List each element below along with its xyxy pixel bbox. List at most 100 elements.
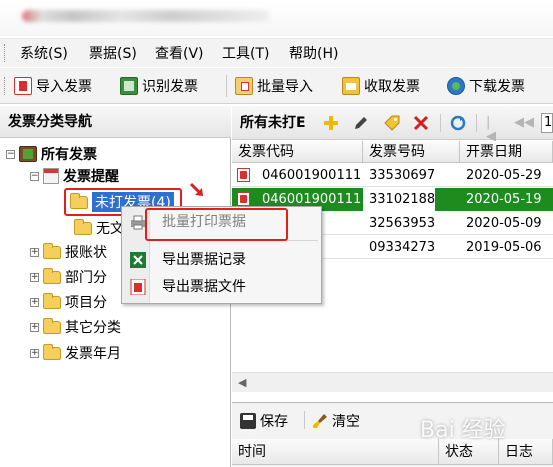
cell-number: 33102188 bbox=[363, 188, 436, 211]
menu-item-export-records[interactable]: 导出票据记录 bbox=[122, 248, 321, 272]
cell-number: 32563953 bbox=[369, 216, 436, 231]
separator bbox=[476, 114, 477, 132]
folder-icon bbox=[43, 343, 61, 360]
folder-icon bbox=[43, 242, 61, 259]
calendar-icon bbox=[43, 168, 59, 184]
tree-label: 无文 bbox=[96, 221, 124, 237]
pdf-file-icon bbox=[130, 278, 146, 296]
expand-icon[interactable]: + bbox=[30, 348, 39, 358]
list-title: 所有未打E bbox=[240, 115, 306, 131]
prev-page-icon[interactable]: ◀◀ bbox=[514, 116, 534, 130]
excel-icon bbox=[130, 252, 146, 268]
tag-icon[interactable] bbox=[383, 114, 401, 132]
broom-icon bbox=[312, 413, 328, 429]
column-header-number[interactable]: 发票号码 bbox=[363, 141, 460, 163]
column-header-time[interactable]: 时间 bbox=[232, 439, 439, 465]
menu-view[interactable]: 查看(V) bbox=[155, 45, 204, 63]
receive-mail-icon bbox=[342, 77, 360, 95]
first-page-icon[interactable]: |◀ bbox=[486, 116, 500, 144]
pdf-icon bbox=[237, 168, 250, 182]
cell-code: 046001900111 bbox=[262, 168, 362, 183]
expand-icon[interactable]: + bbox=[30, 297, 39, 307]
tree-label: 发票提醒 bbox=[63, 169, 119, 185]
tree-label: 发票年月 bbox=[65, 346, 121, 362]
menu-help[interactable]: 帮助(H) bbox=[289, 45, 338, 63]
collapse-icon[interactable]: − bbox=[30, 171, 39, 181]
tree-item-category[interactable]: + 部门分 bbox=[30, 266, 107, 288]
tree-label: 项目分 bbox=[65, 295, 107, 311]
cell-date: 2019-05-06 bbox=[466, 240, 542, 255]
tree-item-category[interactable]: + 其它分类 bbox=[30, 316, 121, 338]
save-disk-icon bbox=[240, 413, 256, 429]
expand-icon[interactable]: + bbox=[30, 247, 39, 257]
separator bbox=[304, 411, 305, 429]
edit-icon[interactable] bbox=[353, 115, 369, 131]
tree-label: 其它分类 bbox=[65, 320, 121, 336]
refresh-icon[interactable] bbox=[450, 115, 466, 131]
delete-icon[interactable] bbox=[413, 115, 429, 131]
save-button[interactable]: 保存 bbox=[240, 411, 288, 431]
horizontal-scrollbar[interactable]: ◀ bbox=[232, 372, 553, 392]
folder-icon bbox=[74, 218, 92, 235]
add-icon[interactable] bbox=[323, 115, 339, 131]
clear-button[interactable]: 清空 bbox=[312, 411, 360, 431]
recognize-invoice-button[interactable]: 识别发票 bbox=[120, 74, 198, 98]
list-header-bar: 所有未打E |◀ ◀◀ 1 bbox=[232, 106, 553, 144]
watermark: Bai 经验 bbox=[420, 418, 506, 443]
tree-item-category[interactable]: + 报账状 bbox=[30, 241, 107, 263]
tree-item-no-file[interactable]: 无文 bbox=[74, 217, 124, 239]
toolbar: 导入发票 识别发票 批量导入 收取发票 下载发票 bbox=[0, 68, 553, 104]
menu-system[interactable]: 系统(S) bbox=[20, 45, 68, 63]
printer-icon bbox=[130, 214, 146, 230]
toolbar-separator bbox=[226, 75, 227, 97]
clear-label: 清空 bbox=[332, 414, 360, 430]
batch-import-label: 批量导入 bbox=[257, 79, 313, 95]
cell-date: 2020-05-29 bbox=[466, 168, 542, 183]
tree-label: 所有发票 bbox=[41, 147, 97, 163]
folder-icon bbox=[43, 317, 61, 334]
download-invoice-label: 下载发票 bbox=[469, 79, 525, 95]
download-globe-icon bbox=[447, 77, 465, 95]
tree-item-invoice-remind[interactable]: − 发票提醒 bbox=[30, 165, 119, 187]
column-header-code[interactable]: 发票代码 bbox=[232, 141, 363, 163]
separator bbox=[440, 114, 441, 132]
expand-icon[interactable]: + bbox=[30, 272, 39, 282]
menu-invoice[interactable]: 票据(S) bbox=[89, 45, 137, 63]
scroll-left-icon[interactable]: ◀ bbox=[238, 377, 246, 389]
tree-item-category[interactable]: + 发票年月 bbox=[30, 342, 121, 364]
cell-date: 2020-05-19 bbox=[466, 192, 542, 207]
cell-number: 33530697 bbox=[369, 168, 436, 183]
collapse-icon[interactable]: − bbox=[6, 149, 15, 159]
window-title-bar bbox=[0, 0, 553, 36]
save-label: 保存 bbox=[260, 414, 288, 430]
menu-tools[interactable]: 工具(T) bbox=[222, 45, 269, 63]
menu-item-export-files[interactable]: 导出票据文件 bbox=[122, 275, 321, 299]
panel-title: 发票分类导航 bbox=[0, 106, 231, 138]
import-pdf-icon bbox=[14, 77, 32, 95]
column-header-date[interactable]: 开票日期 bbox=[460, 141, 553, 163]
pdf-icon bbox=[237, 192, 250, 206]
tree-item-all-invoices[interactable]: − 所有发票 bbox=[6, 143, 97, 165]
menu-item-label: 导出票据文件 bbox=[162, 279, 246, 295]
recognize-invoice-label: 识别发票 bbox=[142, 79, 198, 95]
blurred-title bbox=[22, 10, 270, 22]
folder-icon bbox=[43, 267, 61, 284]
download-invoice-button[interactable]: 下载发票 bbox=[447, 74, 525, 98]
page-number-input[interactable]: 1 bbox=[541, 113, 553, 133]
recognize-image-icon bbox=[120, 77, 138, 95]
import-invoice-button[interactable]: 导入发票 bbox=[14, 74, 92, 98]
batch-import-button[interactable]: 批量导入 bbox=[235, 74, 313, 98]
tree-item-category[interactable]: + 项目分 bbox=[30, 291, 107, 313]
highlight-box bbox=[145, 208, 288, 241]
tree-label: 报账状 bbox=[65, 245, 107, 261]
receive-invoice-label: 收取发票 bbox=[364, 79, 420, 95]
receive-invoice-button[interactable]: 收取发票 bbox=[342, 74, 420, 98]
expand-icon[interactable]: + bbox=[30, 322, 39, 332]
books-icon bbox=[19, 146, 37, 162]
table-row[interactable]: 046001900111 33530697 2020-05-29 bbox=[232, 164, 553, 187]
menubar: 系统(S) 票据(S) 查看(V) 工具(T) 帮助(H) bbox=[0, 38, 553, 67]
column-header-log[interactable]: 日志 bbox=[499, 439, 553, 465]
red-arrow-icon bbox=[189, 182, 207, 200]
batch-import-icon bbox=[235, 77, 253, 95]
folder-icon bbox=[43, 292, 61, 309]
